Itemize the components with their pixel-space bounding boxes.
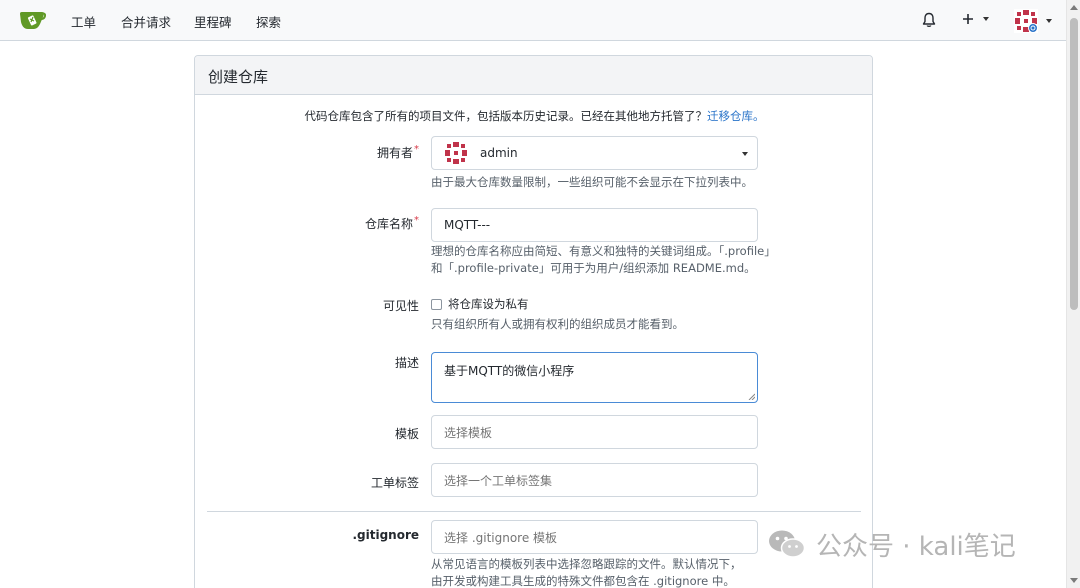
wechat-icon — [769, 530, 806, 558]
watermark: 公众号 · kali笔记 — [768, 526, 1016, 562]
plus-icon — [963, 13, 973, 24]
nav-issues[interactable]: 工单 — [71, 12, 96, 31]
page-scrollbar[interactable] — [1066, 0, 1080, 588]
scroll-thumb[interactable] — [1070, 18, 1078, 310]
gitignore-help-line1: 从常见语言的模板列表中选择忽略跟踪的文件。默认情况下， — [431, 557, 742, 571]
description-textarea[interactable]: 基于MQTT的微信小程序 — [431, 352, 758, 403]
gitignore-label: .gitignore — [352, 528, 419, 542]
create-menu[interactable] — [962, 11, 989, 25]
repo-name-label: 仓库名称* — [364, 215, 419, 231]
intro-text: 代码仓库包含了所有的项目文件，包括版本历史记录。已经在其他地方托管了？迁移仓库。 — [304, 109, 765, 123]
section-divider — [207, 511, 861, 512]
scroll-down-arrow[interactable] — [1070, 578, 1078, 583]
issue-labels-label: 工单标签 — [370, 476, 419, 490]
scroll-up-arrow[interactable] — [1070, 5, 1078, 10]
description-label: 描述 — [394, 356, 419, 370]
repo-name-help-line1: 理想的仓库名称应由简短、有意义和独特的关键词组成。「.profile」 — [431, 244, 776, 258]
resize-grip-icon[interactable] — [747, 392, 755, 400]
owner-dropdown[interactable]: admin — [431, 136, 758, 170]
nav-milestones[interactable]: 里程碑 — [194, 12, 232, 31]
owner-help: 由于最大仓库数量限制，一些组织可能不会显示在下拉列表中。 — [431, 175, 753, 189]
repo-name-input[interactable]: MQTT--- — [431, 208, 758, 242]
chevron-down-icon — [982, 16, 989, 21]
migrate-repo-link[interactable]: 迁移仓库。 — [707, 109, 765, 123]
required-mark: * — [414, 215, 419, 226]
chevron-down-icon — [742, 152, 748, 156]
description-value: 基于MQTT的微信小程序 — [444, 364, 575, 378]
nav-pull-requests[interactable]: 合并请求 — [121, 12, 171, 31]
issue-labels-dropdown[interactable]: 选择一个工单标签集 — [431, 463, 758, 497]
owner-avatar-icon — [444, 141, 468, 165]
page-title: 创建仓库 — [195, 56, 872, 95]
private-checkbox[interactable] — [431, 299, 442, 310]
gitignore-help-line2: 由开发或构建工具生成的特殊文件都包含在 .gitignore 中。 — [431, 574, 735, 588]
avatar-icon — [1014, 9, 1038, 33]
owner-value: admin — [480, 146, 518, 160]
gitignore-dropdown[interactable]: 选择 .gitignore 模板 — [431, 520, 758, 554]
owner-label: 拥有者* — [376, 144, 419, 160]
top-navbar: 工单 合并请求 里程碑 探索 — [0, 0, 1066, 41]
user-menu[interactable] — [1014, 9, 1052, 33]
repo-name-help-line2: 和「.profile-private」可用于为用户/组织添加 README.md… — [431, 261, 756, 275]
bell-icon[interactable] — [922, 12, 936, 28]
chevron-down-icon — [1045, 19, 1052, 23]
visibility-label: 可见性 — [382, 299, 419, 313]
visibility-help: 只有组织所有人或拥有权利的组织成员才能看到。 — [431, 317, 684, 331]
template-dropdown[interactable]: 选择模板 — [431, 415, 758, 449]
template-label: 模板 — [394, 427, 419, 441]
watermark-text: 公众号 · kali笔记 — [816, 531, 1016, 562]
private-checkbox-label[interactable]: 将仓库设为私有 — [448, 296, 529, 313]
gitea-logo-icon[interactable] — [19, 10, 46, 31]
create-repo-card: 创建仓库 代码仓库包含了所有的项目文件，包括版本历史记录。已经在其他地方托管了？… — [194, 55, 873, 588]
required-mark: * — [414, 144, 419, 155]
nav-explore[interactable]: 探索 — [256, 12, 281, 31]
